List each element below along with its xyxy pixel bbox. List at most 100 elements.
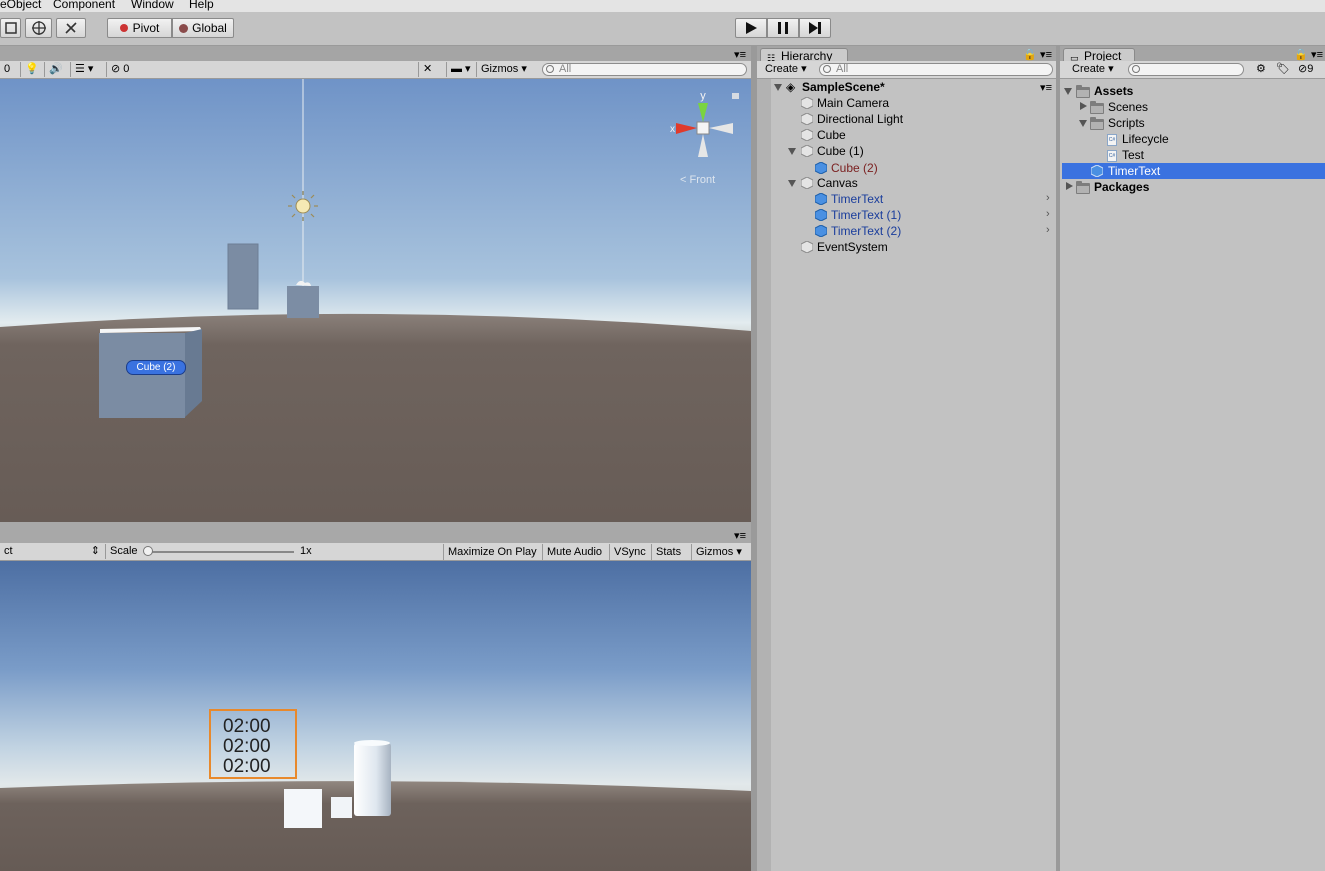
pause-button[interactable] <box>767 18 799 38</box>
hierarchy-item-label: Cube <box>817 128 846 142</box>
camera-dropdown[interactable]: ▬ ▾ <box>446 62 475 77</box>
gameobject-icon <box>801 241 813 253</box>
csharp-script-icon: C# <box>1107 134 1117 146</box>
project-toolbar: Create ▾ ⚙ 🏷 ⊘9 <box>1060 61 1325 79</box>
project-create-dropdown[interactable]: Create ▾ <box>1068 62 1118 77</box>
hidden-objects-toggle[interactable]: ⊘ 0 <box>106 62 133 77</box>
scale-slider-track[interactable] <box>146 551 294 553</box>
step-button[interactable] <box>799 18 831 38</box>
hierarchy-item-cube-2[interactable]: Cube (2) <box>815 160 878 176</box>
project-item-scripts[interactable]: Scripts <box>1108 115 1145 131</box>
scale-label: Scale <box>105 544 142 559</box>
project-create-label: Create <box>1072 63 1106 75</box>
menu-gameobject[interactable]: eObject <box>0 0 41 11</box>
scene-foldout-icon[interactable] <box>774 84 782 91</box>
timer-text-0: 02:00 <box>223 716 271 737</box>
aspect-dropdown[interactable]: ct ⇕ <box>0 544 104 559</box>
folder-icon <box>1076 85 1090 98</box>
mute-audio-toggle[interactable]: Mute Audio <box>542 544 606 560</box>
hierarchy-item-label: Cube (2) <box>831 161 878 175</box>
scene-tools-button[interactable]: ✕ <box>418 62 436 77</box>
scenes-foldout-icon[interactable] <box>1080 102 1087 110</box>
chevron-right-icon[interactable]: › <box>1046 224 1050 236</box>
view-mode-label: < Front <box>680 174 715 186</box>
maximize-on-play-toggle[interactable]: Maximize On Play <box>443 544 541 560</box>
custom-tools-button[interactable] <box>56 18 86 38</box>
audio-toggle[interactable]: 🔊 <box>44 62 67 77</box>
folder-icon <box>1090 101 1104 114</box>
hierarchy-search-input[interactable]: All <box>819 63 1053 76</box>
assets-foldout-icon[interactable] <box>1064 88 1072 95</box>
label-tag-icon[interactable]: 🏷 <box>1272 62 1294 77</box>
pivot-label: Pivot <box>132 21 160 35</box>
hierarchy-item-eventsystem[interactable]: EventSystem <box>801 239 888 255</box>
gameobject-icon <box>801 97 813 109</box>
prefab-icon <box>815 193 827 205</box>
timer-text-bounds[interactable]: 02:00 02:00 02:00 <box>209 709 297 779</box>
scene-viewport[interactable]: y x < Front Cube (2) <box>0 79 751 522</box>
chevron-right-icon[interactable]: › <box>1046 208 1050 220</box>
project-menu-icon[interactable]: 🔒 ▾≡ <box>1294 48 1323 61</box>
hierarchy-item-timertext[interactable]: TimerText <box>815 191 883 207</box>
scripts-foldout-icon[interactable] <box>1079 120 1087 127</box>
menu-component[interactable]: Component <box>53 0 115 11</box>
menu-window[interactable]: Window <box>131 0 174 11</box>
hierarchy-item-label: TimerText (2) <box>831 224 902 238</box>
hierarchy-item-cube[interactable]: Cube <box>801 127 846 143</box>
scene-menu-icon[interactable]: ▾≡ <box>1040 81 1052 94</box>
search-by-type-icon[interactable]: ⚙ <box>1252 62 1270 77</box>
scene-search-input[interactable]: All <box>542 63 747 76</box>
chevron-right-icon[interactable]: › <box>1046 192 1050 204</box>
project-item-assets[interactable]: Assets <box>1094 83 1133 99</box>
shading-mode-dropdown[interactable]: 0 <box>0 62 14 77</box>
wrench-icon <box>65 22 77 34</box>
hierarchy-create-dropdown[interactable]: Create ▾ <box>761 62 811 77</box>
folder-icon <box>1076 181 1090 194</box>
prefab-icon <box>1091 165 1103 177</box>
rect-tool-icon <box>4 22 17 34</box>
transform-tool-icon <box>31 21 46 35</box>
lighting-toggle[interactable]: 💡 <box>20 62 43 77</box>
menu-bar: eObject Component Window Help <box>0 0 1325 12</box>
foldout-icon[interactable] <box>788 148 796 155</box>
scene-gizmos-dropdown[interactable]: Gizmos ▾ <box>476 62 531 77</box>
stats-toggle[interactable]: Stats <box>651 544 685 560</box>
panel-menu-icon[interactable]: ▾≡ <box>734 48 746 61</box>
foldout-icon[interactable] <box>788 180 796 187</box>
hierarchy-menu-icon[interactable]: 🔒 ▾≡ <box>1023 48 1052 61</box>
rect-tool-button[interactable] <box>0 18 21 38</box>
menu-help[interactable]: Help <box>189 0 214 11</box>
project-search-input[interactable] <box>1128 63 1244 76</box>
project-item-lifecycle[interactable]: Lifecycle <box>1122 131 1169 147</box>
project-item-timertext: TimerText <box>1108 164 1161 178</box>
project-item-scenes[interactable]: Scenes <box>1108 99 1148 115</box>
game-gizmos-label: Gizmos <box>696 546 734 558</box>
game-viewport[interactable]: 02:00 02:00 02:00 <box>0 561 751 871</box>
scale-slider-handle[interactable] <box>143 546 153 556</box>
hierarchy-item-cube-1[interactable]: Cube (1) <box>801 143 864 159</box>
transform-tool-button[interactable] <box>25 18 52 38</box>
hierarchy-item-timertext-2[interactable]: TimerText (2) <box>815 223 901 239</box>
hierarchy-item-directional-light[interactable]: Directional Light <box>801 111 903 127</box>
hierarchy-search-icon <box>823 65 831 73</box>
pivot-toggle[interactable]: Pivot <box>107 18 172 38</box>
game-panel-menu-icon[interactable]: ▾≡ <box>734 529 746 542</box>
effects-dropdown[interactable]: ☰ ▾ <box>70 62 97 77</box>
project-item-timertext-selected[interactable]: TimerText <box>1062 163 1325 179</box>
hierarchy-item-canvas[interactable]: Canvas <box>801 175 858 191</box>
project-item-test[interactable]: Test <box>1122 147 1144 163</box>
packages-foldout-icon[interactable] <box>1066 182 1073 190</box>
search-placeholder: All <box>559 63 572 75</box>
hierarchy-item-timertext-1[interactable]: TimerText (1) <box>815 207 901 223</box>
global-label: Global <box>192 21 227 35</box>
hidden-packages-toggle[interactable]: ⊘9 <box>1294 62 1317 77</box>
vsync-toggle[interactable]: VSync <box>609 544 650 560</box>
global-toggle[interactable]: Global <box>172 18 234 38</box>
folder-icon <box>1090 117 1104 130</box>
project-item-packages[interactable]: Packages <box>1094 179 1149 195</box>
play-button[interactable] <box>735 18 767 38</box>
scene-name[interactable]: SampleScene* <box>802 79 885 95</box>
selected-object-label[interactable]: Cube (2) <box>126 360 186 375</box>
hierarchy-item-main-camera[interactable]: Main Camera <box>801 95 889 111</box>
game-gizmos-dropdown[interactable]: Gizmos ▾ <box>691 544 746 560</box>
